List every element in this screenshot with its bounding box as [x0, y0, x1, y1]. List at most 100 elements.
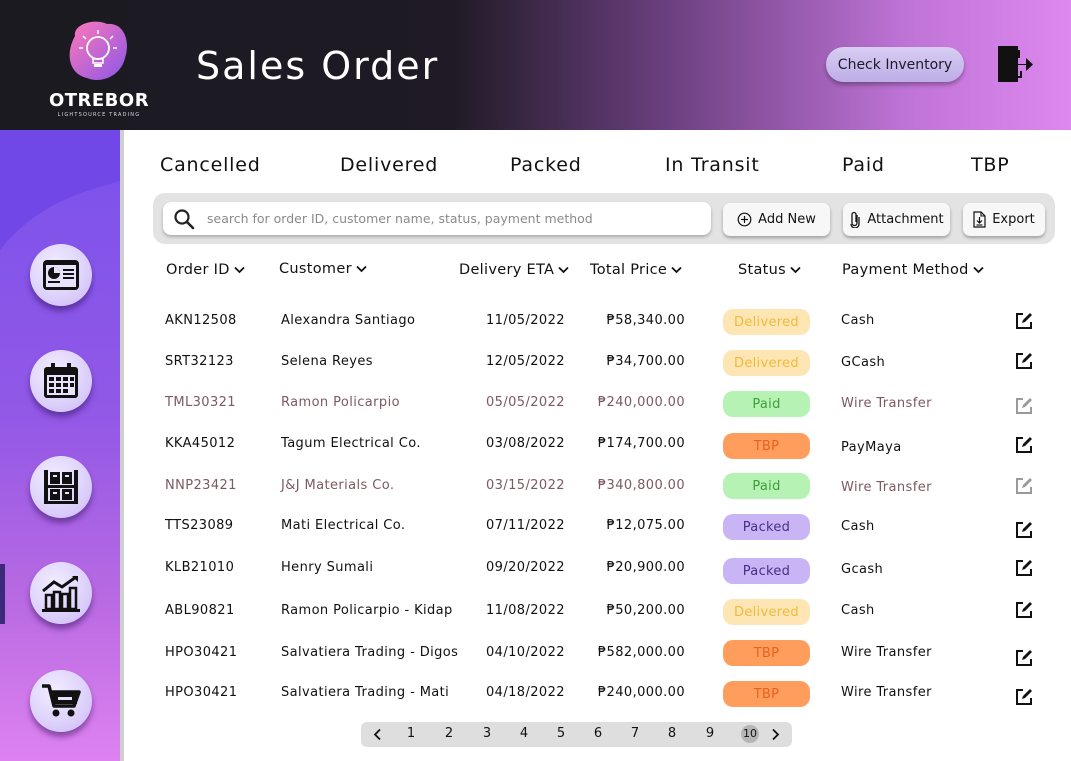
customer-cell: Salvatiera Trading - Mati: [281, 685, 450, 700]
active-nav-indicator: [0, 564, 5, 624]
lightbulb-logo-icon: [69, 21, 127, 80]
column-header-total-price[interactable]: Total Price: [590, 262, 682, 278]
sidebar-item-dashboard[interactable]: [30, 244, 92, 306]
page-5[interactable]: 5: [552, 726, 570, 741]
payment-method-cell: Wire Transfer: [841, 396, 932, 411]
order-id-cell: KLB21010: [165, 560, 235, 575]
plus-circle-icon: [737, 212, 752, 227]
chevron-left-icon[interactable]: [373, 728, 382, 741]
delivery-eta-cell: 09/20/2022: [486, 560, 565, 575]
tab-packed[interactable]: Packed: [510, 154, 582, 176]
delivery-eta-cell: 03/15/2022: [486, 478, 565, 493]
edit-icon[interactable]: [1014, 600, 1034, 620]
status-tabs: Cancelled Delivered Packed In Transit Pa…: [124, 150, 1071, 182]
search-input[interactable]: [207, 207, 697, 230]
tab-paid[interactable]: Paid: [842, 154, 885, 176]
delivery-eta-cell: 11/05/2022: [486, 313, 565, 328]
tab-delivered[interactable]: Delivered: [340, 154, 438, 176]
page-2[interactable]: 2: [440, 726, 458, 741]
customer-cell: Mati Electrical Co.: [281, 518, 406, 533]
sidebar-item-warehouse[interactable]: [30, 456, 92, 518]
logout-icon[interactable]: [996, 44, 1034, 84]
chevron-down-icon: [671, 266, 682, 274]
sidebar-item-sales-order[interactable]: [30, 670, 92, 732]
sidebar-item-calendar[interactable]: [30, 350, 92, 412]
brand-logo: OTREBOR LIGHTSOURCE TRADING: [40, 14, 158, 124]
edit-icon[interactable]: [1014, 351, 1034, 371]
payment-method-cell: Gcash: [841, 562, 884, 577]
total-price-cell: ₱340,800.00: [597, 478, 685, 493]
edit-icon[interactable]: [1014, 520, 1034, 540]
page-10-current[interactable]: 10: [741, 725, 759, 743]
status-badge: Packed: [723, 514, 810, 540]
tab-tbp[interactable]: TBP: [971, 154, 1010, 176]
total-price-cell: ₱50,200.00: [606, 603, 685, 618]
customer-cell: J&J Materials Co.: [281, 478, 395, 493]
column-header-order-id[interactable]: Order ID: [166, 262, 245, 278]
delivery-eta-cell: 05/05/2022: [486, 395, 565, 410]
payment-method-cell: Wire Transfer: [841, 685, 932, 700]
page-4[interactable]: 4: [515, 726, 533, 741]
total-price-cell: ₱12,075.00: [606, 518, 685, 533]
export-button[interactable]: Export: [963, 203, 1045, 236]
customer-cell: Ramon Policarpio: [281, 395, 400, 410]
chevron-right-icon[interactable]: [771, 728, 780, 741]
page-title: Sales Order: [196, 44, 440, 88]
status-badge: Paid: [723, 391, 810, 417]
page-8[interactable]: 8: [663, 726, 681, 741]
column-label: Status: [738, 262, 787, 278]
delivery-eta-cell: 04/10/2022: [486, 645, 565, 660]
order-id-cell: NNP23421: [165, 478, 237, 493]
column-header-status[interactable]: Status: [738, 262, 801, 278]
order-id-cell: ABL90821: [165, 603, 235, 618]
column-header-customer[interactable]: Customer: [279, 261, 367, 277]
column-label: Order ID: [166, 262, 230, 278]
delivery-eta-cell: 04/18/2022: [486, 685, 565, 700]
check-inventory-button[interactable]: Check Inventory: [826, 47, 964, 82]
payment-method-cell: GCash: [841, 355, 886, 370]
edit-icon[interactable]: [1014, 311, 1034, 331]
edit-icon[interactable]: [1014, 687, 1034, 707]
order-id-cell: AKN12508: [165, 313, 237, 328]
logo-name: OTREBOR: [48, 90, 150, 111]
status-badge: Packed: [723, 558, 810, 584]
paperclip-icon: [850, 211, 861, 228]
warehouse-shelves-icon: [44, 470, 78, 504]
status-badge: TBP: [723, 640, 810, 666]
customer-cell: Tagum Electrical Co.: [281, 436, 421, 451]
payment-method-cell: Wire Transfer: [841, 480, 932, 495]
edit-icon[interactable]: [1014, 435, 1034, 455]
chevron-down-icon: [356, 265, 367, 273]
sidebar-item-analytics[interactable]: [30, 562, 92, 624]
edit-icon[interactable]: [1014, 558, 1034, 578]
column-header-payment-method[interactable]: Payment Method: [842, 262, 984, 278]
customer-cell: Salvatiera Trading - Digos: [281, 645, 459, 660]
customer-cell: Alexandra Santiago: [281, 313, 416, 328]
add-new-button[interactable]: Add New: [723, 203, 830, 236]
edit-icon[interactable]: [1014, 396, 1034, 416]
payment-method-cell: PayMaya: [841, 440, 902, 455]
edit-icon[interactable]: [1014, 648, 1034, 668]
page-7[interactable]: 7: [626, 726, 644, 741]
page-9[interactable]: 9: [701, 726, 719, 741]
edit-icon[interactable]: [1014, 476, 1034, 496]
shopping-cart-icon: [42, 684, 81, 717]
column-header-delivery-eta[interactable]: Delivery ETA: [459, 262, 569, 278]
page-6[interactable]: 6: [589, 726, 607, 741]
page-3[interactable]: 3: [478, 726, 496, 741]
order-id-cell: TML30321: [165, 395, 236, 410]
search-icon[interactable]: [173, 208, 195, 230]
tab-cancelled[interactable]: Cancelled: [160, 154, 261, 176]
customer-cell: Ramon Policarpio - Kidap: [281, 603, 453, 618]
search-box: [163, 202, 711, 235]
order-id-cell: TTS23089: [165, 518, 234, 533]
status-badge: TBP: [723, 433, 810, 459]
page-1[interactable]: 1: [402, 726, 420, 741]
tab-in-transit[interactable]: In Transit: [665, 154, 760, 176]
chevron-down-icon: [973, 266, 984, 274]
attachment-button[interactable]: Attachment: [843, 203, 950, 236]
order-id-cell: HPO30421: [165, 685, 238, 700]
delivery-eta-cell: 12/05/2022: [486, 354, 565, 369]
pagination: 1 2 3 4 5 6 7 8 9 10: [361, 722, 792, 747]
status-badge: Paid: [723, 473, 810, 499]
